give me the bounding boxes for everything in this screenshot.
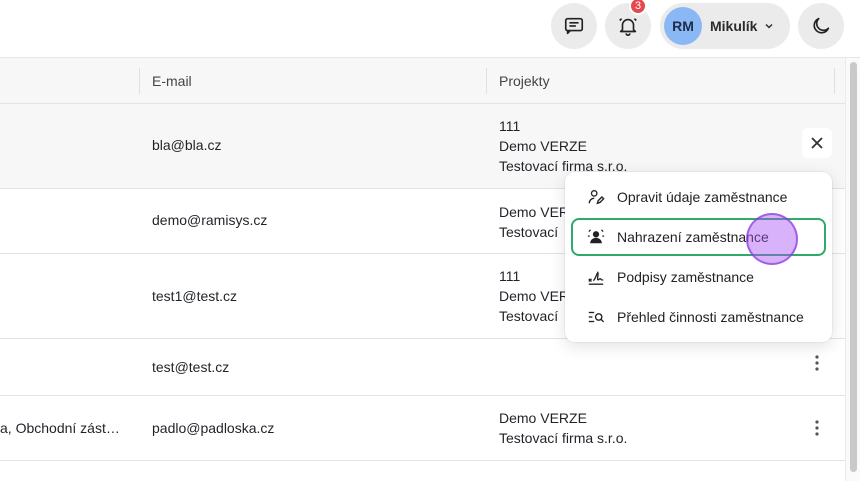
top-bar: 3 RM Mikulík bbox=[0, 0, 860, 58]
signature-icon bbox=[588, 271, 604, 285]
moon-icon bbox=[813, 17, 830, 34]
table-row[interactable]: test@test.cz bbox=[0, 339, 845, 396]
menu-item-label: Opravit údaje zaměstnance bbox=[617, 189, 788, 205]
projects-cell: 111 Demo VERZE Testovací firma s.r.o. bbox=[499, 116, 627, 176]
menu-item-label: Nahrazení zaměstnance bbox=[617, 229, 769, 245]
project-name: Testovací firma s.r.o. bbox=[499, 430, 628, 446]
bell-icon bbox=[619, 18, 637, 36]
email-cell: demo@ramisys.cz bbox=[152, 212, 268, 228]
column-divider bbox=[486, 68, 487, 94]
menu-item-employee-activity[interactable]: Přehled činnosti zaměstnance bbox=[571, 298, 826, 336]
email-cell: bla@bla.cz bbox=[152, 137, 222, 153]
close-icon bbox=[811, 137, 823, 149]
menu-item-replace-employee[interactable]: Nahrazení zaměstnance bbox=[571, 218, 826, 256]
employee-context-menu: Opravit údaje zaměstnance Nahrazení zamě… bbox=[565, 172, 832, 342]
chat-icon bbox=[564, 17, 584, 35]
projects-cell: 111 Demo VER Testovací bbox=[499, 266, 569, 326]
avatar: RM bbox=[664, 7, 702, 45]
email-cell: padlo@padloska.cz bbox=[152, 420, 275, 436]
row-actions-button[interactable] bbox=[807, 420, 827, 441]
notification-count-badge: 3 bbox=[629, 0, 647, 15]
project-name: 111 bbox=[499, 118, 521, 134]
user-edit-icon bbox=[588, 190, 605, 205]
table-header: E-mail Projekty bbox=[0, 58, 845, 104]
projects-cell: Demo VERZE Testovací firma s.r.o. bbox=[499, 408, 627, 448]
column-divider bbox=[834, 68, 835, 94]
menu-item-label: Přehled činnosti zaměstnance bbox=[617, 309, 804, 325]
project-name: Testovací bbox=[499, 308, 559, 324]
messages-button[interactable] bbox=[551, 3, 597, 49]
menu-item-edit-employee[interactable]: Opravit údaje zaměstnance bbox=[571, 178, 826, 216]
activity-search-icon bbox=[588, 311, 605, 323]
table-row[interactable]: a, Obchodní zást… padlo@padloska.cz Demo… bbox=[0, 396, 845, 461]
project-name: Demo VER bbox=[499, 204, 570, 220]
user-name: Mikulík bbox=[710, 18, 758, 34]
user-replace-icon bbox=[587, 229, 605, 244]
row-actions-button[interactable] bbox=[807, 355, 827, 376]
email-cell: test1@test.cz bbox=[152, 288, 238, 304]
project-name: Demo VER bbox=[499, 288, 570, 304]
column-header-projects[interactable]: Projekty bbox=[499, 58, 550, 104]
projects-cell: Demo VER Testovací bbox=[499, 202, 569, 242]
project-name: 111 bbox=[499, 268, 521, 284]
project-name: Testovací bbox=[499, 224, 559, 240]
theme-toggle-button[interactable] bbox=[798, 3, 844, 49]
chevron-down-icon bbox=[765, 23, 773, 29]
menu-item-employee-signatures[interactable]: Podpisy zaměstnance bbox=[571, 258, 826, 296]
menu-item-label: Podpisy zaměstnance bbox=[617, 269, 754, 285]
notifications-button[interactable]: 3 bbox=[605, 0, 651, 49]
more-vertical-icon bbox=[815, 355, 819, 371]
column-divider bbox=[139, 68, 140, 94]
email-cell: test@test.cz bbox=[152, 359, 230, 375]
project-name: Demo VERZE bbox=[499, 410, 587, 426]
scrollbar-thumb[interactable] bbox=[850, 62, 857, 472]
close-menu-button[interactable] bbox=[802, 128, 832, 158]
role-cell: a, Obchodní zást… bbox=[0, 420, 120, 436]
vertical-scrollbar[interactable] bbox=[845, 58, 860, 481]
more-vertical-icon bbox=[815, 420, 819, 436]
user-menu-button[interactable]: RM Mikulík bbox=[660, 3, 790, 49]
project-name: Demo VERZE bbox=[499, 138, 587, 154]
column-header-email[interactable]: E-mail bbox=[152, 58, 192, 104]
